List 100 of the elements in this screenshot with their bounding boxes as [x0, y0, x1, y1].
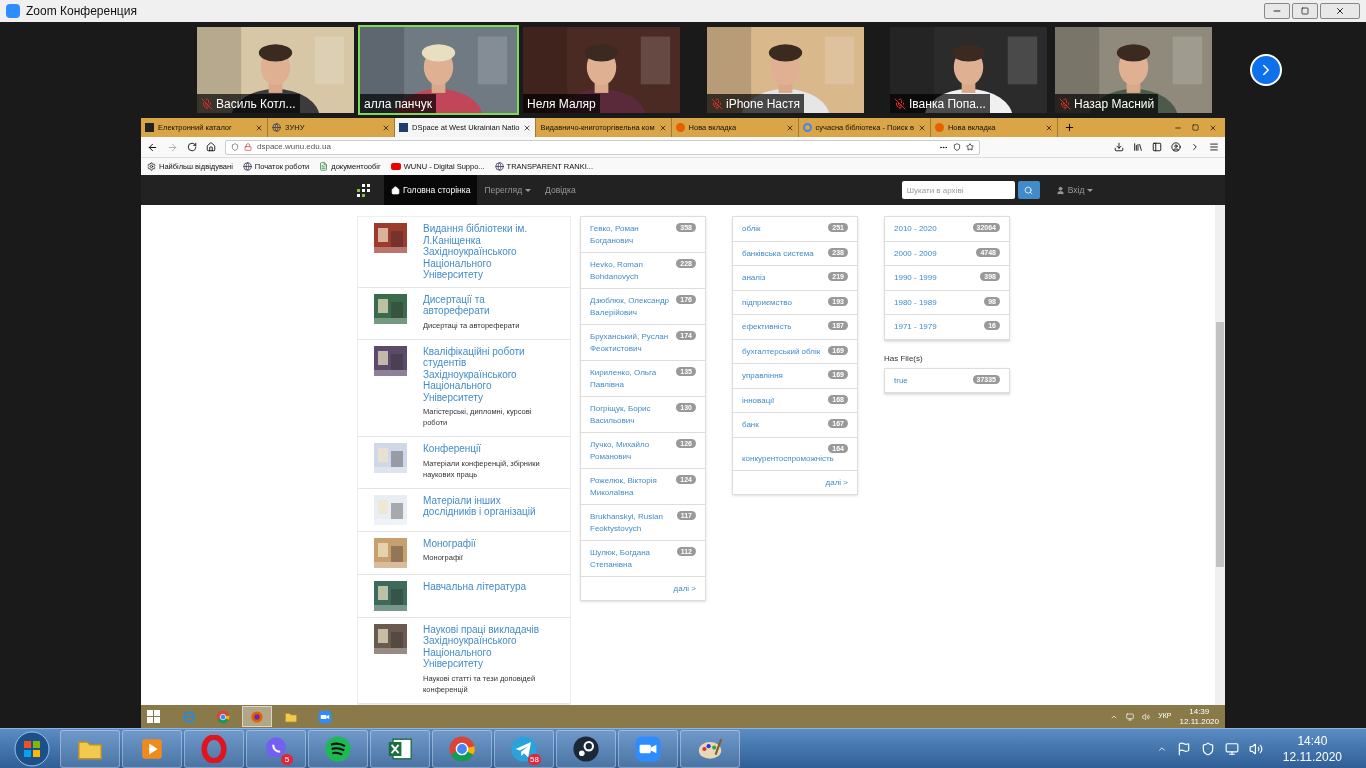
restore-icon — [1301, 7, 1309, 15]
speaker-icon[interactable] — [1142, 712, 1151, 721]
globe-icon — [272, 123, 281, 132]
play-icon — [390, 163, 401, 170]
camera-icon — [318, 709, 332, 724]
network-icon[interactable] — [1224, 741, 1239, 756]
login-link[interactable]: Вхід — [1055, 183, 1094, 197]
community-link[interactable]: Матеріали інших дослідників і організацій — [423, 494, 553, 518]
fox-icon — [250, 709, 264, 724]
close-icon[interactable] — [255, 123, 263, 132]
flag-icon[interactable] — [1176, 741, 1191, 756]
close-icon[interactable] — [658, 123, 667, 132]
catalog-icon — [145, 123, 154, 132]
participant-name: Іванка Попа... — [909, 95, 986, 113]
scrollbar[interactable] — [1215, 205, 1225, 705]
back-icon[interactable] — [147, 141, 158, 153]
lock-icon[interactable] — [244, 143, 252, 151]
clock[interactable]: 14:40 12.11.2020 — [1282, 732, 1342, 765]
close-icon[interactable] — [917, 123, 926, 132]
taskbar-button[interactable] — [242, 706, 272, 727]
more-tools-icon[interactable] — [1190, 142, 1200, 152]
new-tab-icon[interactable] — [1063, 122, 1075, 133]
close-icon — [1335, 6, 1345, 16]
download-icon[interactable] — [1114, 142, 1124, 152]
community-link[interactable]: Навчальна література — [423, 580, 553, 592]
start-orb-icon[interactable] — [14, 730, 50, 767]
camera-icon — [634, 734, 662, 763]
clock[interactable]: 14:39 12.11.2020 — [1179, 706, 1219, 727]
reload-icon[interactable] — [187, 142, 197, 152]
sound-waves-icon — [324, 734, 352, 763]
taskbar-button[interactable]: 58 — [494, 729, 554, 768]
taskbar-button[interactable] — [308, 729, 368, 768]
community-link[interactable]: Конференції — [423, 443, 553, 455]
ring-icon — [200, 734, 228, 763]
next-button[interactable] — [1250, 54, 1282, 86]
fox-icon — [675, 123, 685, 132]
account-icon[interactable] — [1171, 142, 1181, 152]
globe-icon — [494, 162, 504, 171]
menu-icon[interactable] — [1209, 142, 1219, 152]
taskbar-button[interactable] — [370, 729, 430, 768]
library-icon[interactable] — [1133, 142, 1143, 152]
community-link[interactable]: Кваліфікаційні роботи студентів Західноукраїнського Національного Університету — [423, 345, 553, 403]
nav-link[interactable]: Довідка — [538, 175, 583, 205]
participant-name: Неля Маляр — [527, 95, 596, 113]
circle-icon — [572, 734, 600, 763]
speaker-icon[interactable] — [1248, 741, 1263, 756]
document-icon — [319, 162, 329, 171]
video-tile[interactable]: Іванка Попа... — [888, 25, 1049, 115]
community-link[interactable]: Монографії — [423, 537, 553, 549]
home-icon — [391, 185, 400, 195]
close-icon[interactable] — [523, 123, 532, 132]
community-link[interactable]: Наукові праці викладачів Західноукраїнського Національного Університету — [423, 623, 553, 670]
fox-icon — [934, 123, 944, 132]
windows-logo-icon[interactable] — [147, 710, 160, 723]
round-app-icon — [216, 709, 230, 724]
close-icon[interactable] — [1044, 123, 1053, 132]
restore-icon[interactable] — [1192, 124, 1199, 131]
globe-icon — [242, 162, 252, 171]
paper-plane-icon — [510, 734, 538, 763]
video-tile[interactable]: Назар Масний — [1053, 25, 1214, 115]
notification-badge: 5 — [281, 753, 293, 765]
taskbar-button[interactable]: 5 — [246, 729, 306, 768]
video-tile[interactable]: iPhone Настя — [705, 25, 866, 115]
close-button[interactable] — [1320, 3, 1360, 19]
community-link[interactable]: Дисертації та автореферати — [423, 293, 553, 317]
monitor-icon[interactable] — [1126, 712, 1135, 721]
community-link[interactable]: Видання бібліотеки ім. Л.Каніщенка Західноукраїнського Національного Університету — [423, 223, 553, 281]
shield-icon[interactable] — [1200, 741, 1215, 756]
shield-icon[interactable] — [231, 143, 239, 151]
restore-button[interactable] — [1292, 3, 1318, 19]
participant-name: Назар Масний — [1074, 95, 1155, 113]
minimize-button[interactable] — [1264, 3, 1290, 19]
video-tile[interactable]: Василь Котл... — [195, 25, 356, 115]
close-icon[interactable] — [785, 123, 794, 132]
logo-icon — [399, 123, 408, 132]
more-link[interactable]: далі > — [825, 477, 848, 488]
nav-link[interactable]: Головна сторінка — [384, 175, 478, 205]
home-icon[interactable] — [206, 142, 216, 152]
sidebar-icon[interactable] — [1152, 142, 1162, 152]
user-icon — [1055, 185, 1065, 195]
participant-name: алла панчук — [364, 95, 432, 113]
search-button[interactable] — [1017, 181, 1040, 199]
more-link[interactable]: далі > — [673, 583, 696, 594]
search-field[interactable]: Шукати в архіві — [901, 181, 1015, 199]
round-app-icon — [448, 734, 476, 763]
star-icon[interactable] — [966, 143, 974, 151]
close-icon[interactable] — [382, 123, 390, 132]
address-field[interactable]: dspace.wunu.edu.ua — [225, 139, 980, 155]
video-tile[interactable]: алла панчук — [358, 25, 519, 115]
shield-icon[interactable] — [953, 143, 961, 151]
search-icon — [1024, 185, 1034, 195]
camera-icon — [6, 4, 20, 18]
taskbar-button[interactable] — [556, 729, 616, 768]
participant-name: iPhone Настя — [726, 95, 801, 113]
video-tile[interactable]: Неля Маляр — [521, 25, 682, 115]
window-title: Zoom Конференция — [26, 3, 137, 20]
facet-heading: Has File(s) — [884, 352, 924, 365]
close-icon[interactable] — [1209, 124, 1217, 132]
nav-link[interactable]: Перегляд — [477, 175, 539, 205]
participant-name: Василь Котл... — [216, 95, 296, 113]
